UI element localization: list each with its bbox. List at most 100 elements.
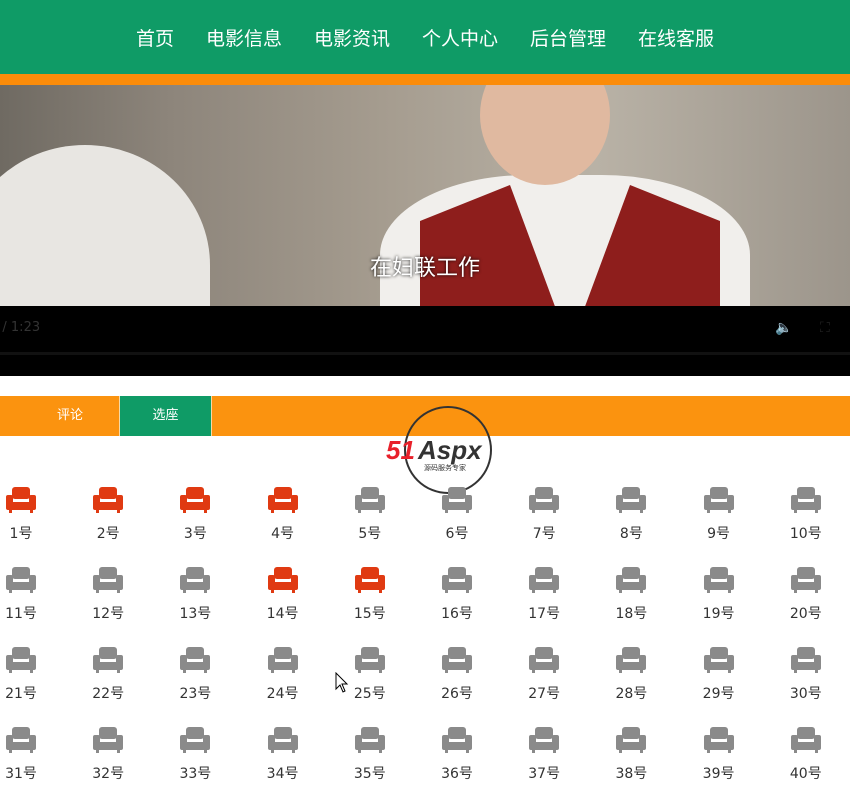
seat-35[interactable]: 35号 [340,726,400,783]
seat-label: 31号 [5,766,37,782]
seat-icon [180,647,211,673]
tab-comments[interactable]: 评论 [20,396,120,436]
seat-label: 40号 [789,766,822,782]
seat-icon [529,647,560,673]
seat-9[interactable]: 9号 [689,486,749,543]
seat-7[interactable]: 7号 [514,486,574,543]
seat-icon [267,567,298,593]
seat-label: 27号 [528,686,561,702]
seat-label: 20号 [789,606,822,622]
seat-label: 3号 [183,526,207,542]
seat-18[interactable]: 18号 [601,566,661,623]
seat-12[interactable]: 12号 [78,566,138,623]
seat-icon [6,567,36,593]
seat-30[interactable]: 30号 [776,646,836,703]
seat-label: 13号 [179,606,212,622]
seat-label: 8号 [619,526,643,542]
seat-23[interactable]: 23号 [165,646,225,703]
seat-39[interactable]: 39号 [689,726,749,783]
seat-13[interactable]: 13号 [165,566,225,623]
nav-movie-news[interactable]: 电影资讯 [298,24,406,51]
seat-10[interactable]: 10号 [776,486,836,543]
seat-label: 37号 [528,766,561,782]
video-player[interactable]: 在妇联工作 0 / 1:23 🔈 ⛶ [0,85,850,376]
seat-label: 14号 [266,606,299,622]
seat-icon [529,487,560,513]
seat-label: 22号 [92,686,125,702]
seat-31[interactable]: 31号 [0,726,51,783]
seat-2[interactable]: 2号 [78,486,138,543]
seat-6[interactable]: 6号 [427,486,487,543]
video-progress[interactable] [0,352,850,355]
seat-33[interactable]: 33号 [165,726,225,783]
video-time: 0 / 1:23 [0,320,41,335]
seat-label: 19号 [702,606,735,622]
seat-icon [442,647,472,673]
seat-icon [354,727,385,753]
volume-icon[interactable]: 🔈 [775,320,792,336]
nav-stripe [0,74,850,85]
seat-29[interactable]: 29号 [689,646,749,703]
seat-icon [267,727,298,753]
seat-icon [790,647,821,673]
seat-label: 38号 [615,766,648,782]
fullscreen-icon[interactable]: ⛶ [820,320,830,336]
seat-icon [616,487,647,513]
nav-admin[interactable]: 后台管理 [514,24,622,51]
svg-text:51: 51 [386,435,415,465]
seat-22[interactable]: 22号 [78,646,138,703]
seat-24[interactable]: 24号 [253,646,313,703]
seat-16[interactable]: 16号 [427,566,487,623]
seat-14[interactable]: 14号 [253,566,313,623]
seat-label: 15号 [353,606,386,622]
nav-support[interactable]: 在线客服 [622,24,730,51]
tab-select-seat[interactable]: 选座 [119,396,212,436]
seat-40[interactable]: 40号 [776,726,836,783]
seat-34[interactable]: 34号 [253,726,313,783]
seat-icon [180,567,211,593]
seat-icon [703,647,734,673]
seat-4[interactable]: 4号 [253,486,313,543]
seat-3[interactable]: 3号 [165,486,225,543]
seat-label: 11号 [5,606,37,622]
seat-28[interactable]: 28号 [601,646,661,703]
seat-8[interactable]: 8号 [601,486,661,543]
seat-icon [616,567,647,593]
seat-icon [6,727,36,753]
seat-5[interactable]: 5号 [340,486,400,543]
seat-21[interactable]: 21号 [0,646,51,703]
seat-icon [93,487,124,513]
seat-label: 16号 [441,606,473,622]
nav-user-center[interactable]: 个人中心 [406,24,514,51]
seat-icon [442,727,472,753]
seat-label: 6号 [445,526,469,542]
seat-label: 26号 [441,686,473,702]
seat-icon [6,647,36,673]
seat-20[interactable]: 20号 [776,566,836,623]
top-nav: 首页 电影信息 电影资讯 个人中心 后台管理 在线客服 [0,0,850,74]
seat-icon [703,567,734,593]
seat-27[interactable]: 27号 [514,646,574,703]
video-frame: 在妇联工作 [0,85,850,306]
nav-home[interactable]: 首页 [120,24,190,51]
seat-icon [616,727,647,753]
seat-17[interactable]: 17号 [514,566,574,623]
seat-11[interactable]: 11号 [0,566,51,623]
seat-36[interactable]: 36号 [427,726,487,783]
seat-icon [703,487,734,513]
seat-label: 34号 [266,766,299,782]
seat-label: 2号 [96,526,120,542]
seat-37[interactable]: 37号 [514,726,574,783]
seat-label: 4号 [271,526,295,542]
svg-text:Aspx: Aspx [417,435,483,465]
seat-32[interactable]: 32号 [78,726,138,783]
seat-38[interactable]: 38号 [601,726,661,783]
seat-15[interactable]: 15号 [340,566,400,623]
seat-26[interactable]: 26号 [427,646,487,703]
seat-label: 1号 [9,526,33,542]
nav-movie-info[interactable]: 电影信息 [190,24,298,51]
seat-label: 5号 [358,526,382,542]
seat-icon [180,487,211,513]
seat-1[interactable]: 1号 [0,486,51,543]
seat-19[interactable]: 19号 [689,566,749,623]
